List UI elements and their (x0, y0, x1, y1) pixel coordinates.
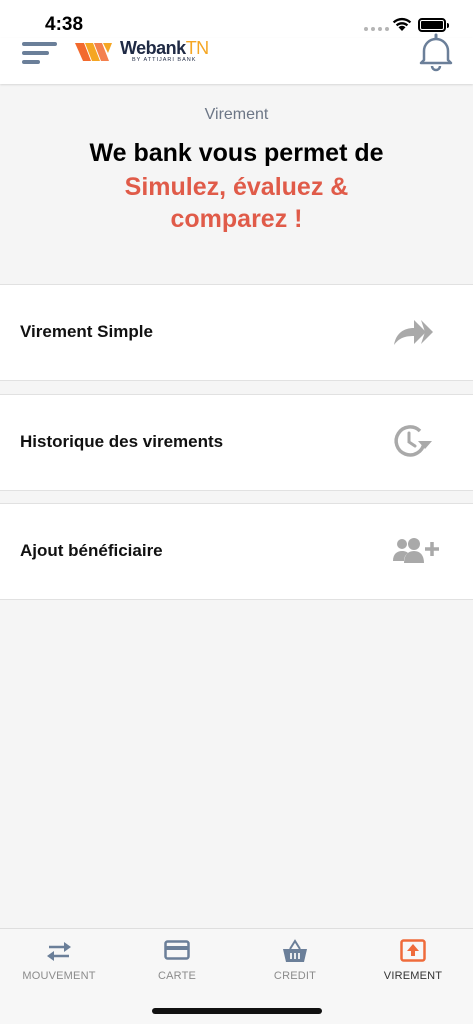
tab-credit[interactable]: CREDIT (236, 929, 354, 989)
menu-item-historique-virements[interactable]: Historique des virements (0, 394, 473, 491)
menu-item-label: Historique des virements (20, 432, 224, 451)
notification-bell-icon[interactable] (417, 32, 455, 72)
home-indicator (152, 1008, 322, 1014)
basket-icon (283, 939, 307, 962)
battery-icon (418, 18, 449, 32)
intro-subtitle-line1: Simulez, évaluez & (124, 173, 349, 201)
status-bar: 4:38 (0, 0, 473, 38)
menu-item-label: Ajout bénéficiaire (20, 541, 163, 560)
logo-subtitle: BY ATTIJARI BANK (132, 57, 197, 63)
tab-label: MOUVEMENT (22, 970, 96, 982)
wifi-icon (392, 17, 412, 31)
intro-section: Virement We bank vous permet de Simulez,… (0, 84, 473, 284)
tab-virement[interactable]: VIREMENT (354, 929, 472, 989)
credit-card-icon (164, 940, 190, 960)
menu-icon[interactable] (22, 40, 58, 66)
tab-label: CARTE (157, 970, 197, 982)
webank-logo: WebankTN BY ATTIJARI BANK (75, 38, 215, 68)
cellular-signal-icon (364, 27, 389, 31)
logo-mark-icon (75, 43, 112, 61)
intro-subtitle-line2: comparez ! (170, 205, 303, 233)
clock-history-icon (394, 425, 432, 457)
tab-mouvement[interactable]: MOUVEMENT (0, 929, 118, 989)
double-forward-arrow-icon (394, 320, 433, 345)
section-label: Virement (204, 106, 269, 123)
transfer-arrows-icon (47, 942, 71, 961)
add-users-icon (393, 538, 439, 563)
status-time: 4:38 (45, 14, 84, 35)
tab-label: VIREMENT (383, 970, 443, 982)
menu-item-label: Virement Simple (20, 322, 153, 341)
tab-label: CREDIT (273, 970, 317, 982)
logo-text: WebankTN (120, 38, 209, 58)
menu-item-virement-simple[interactable]: Virement Simple (0, 284, 473, 381)
upload-icon (400, 939, 426, 962)
intro-subtitle: Simulez, évaluez & comparez ! (0, 171, 473, 235)
app-header: WebankTN BY ATTIJARI BANK (0, 33, 473, 84)
tab-carte[interactable]: CARTE (118, 929, 236, 989)
intro-title: We bank vous permet de (89, 139, 384, 167)
menu-item-ajout-beneficiaire[interactable]: Ajout bénéficiaire (0, 503, 473, 600)
